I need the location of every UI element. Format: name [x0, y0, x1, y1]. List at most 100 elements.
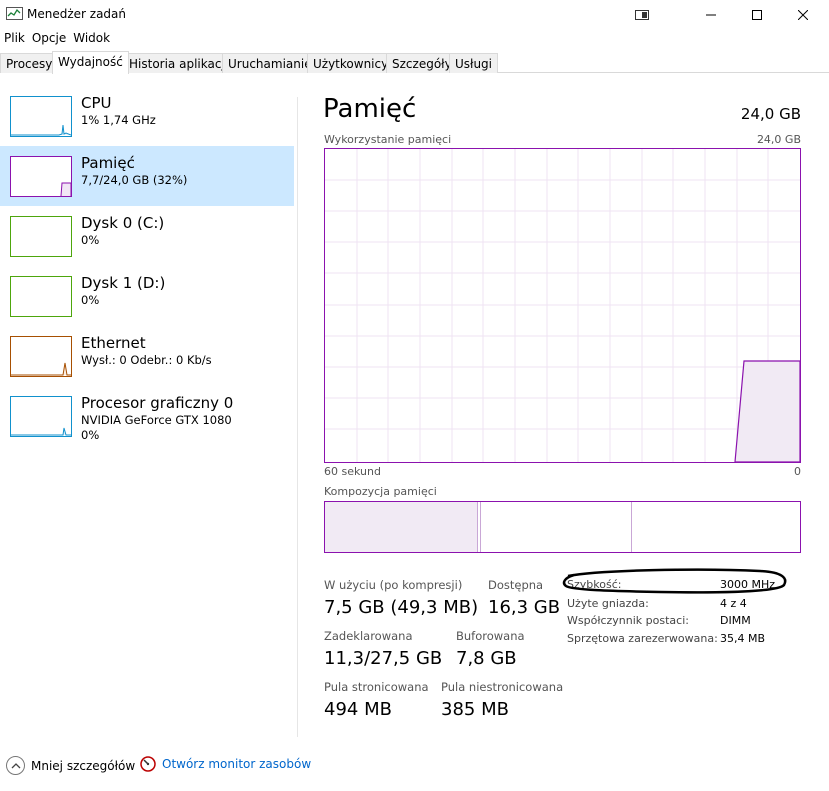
tab-startup[interactable]: Uruchamianie — [222, 53, 318, 73]
sidebar-item-name: Dysk 1 (D:) — [81, 274, 166, 292]
graph-max-label: 24,0 GB — [756, 133, 801, 146]
tab-label: Usługi — [455, 57, 493, 71]
spec-value-form-factor: DIMM — [720, 614, 751, 627]
maximize-button[interactable] — [734, 0, 780, 29]
close-button[interactable] — [780, 0, 826, 29]
available-label: Dostępna — [488, 578, 544, 592]
memory-thumbnail-graph — [10, 156, 72, 197]
spec-value-slots: 4 z 4 — [720, 597, 747, 610]
open-resource-monitor-link[interactable]: Otwórz monitor zasobów — [140, 756, 311, 772]
menu-file[interactable]: Plik — [2, 29, 30, 49]
memory-composition-bar — [324, 501, 801, 553]
sidebar-item-cpu[interactable]: CPU 1% 1,74 GHz — [0, 86, 294, 146]
cached-value: 7,8 GB — [456, 648, 517, 669]
committed-label: Zadeklarowana — [324, 629, 413, 643]
close-icon — [798, 9, 808, 20]
available-value: 16,3 GB — [488, 597, 561, 618]
spec-value-hardware-reserved: 35,4 MB — [720, 632, 766, 645]
ethernet-thumbnail-graph — [10, 336, 72, 377]
committed-value: 11,3/27,5 GB — [324, 648, 443, 669]
spec-label-hardware-reserved: Sprzętowa zarezerwowana: — [567, 632, 718, 645]
sidebar-item-memory[interactable]: Pamięć 7,7/24,0 GB (32%) — [0, 146, 294, 206]
paged-pool-value: 494 MB — [324, 699, 392, 720]
fewer-details-label: Mniej szczegółów — [31, 758, 136, 773]
composition-in-use[interactable] — [325, 502, 478, 552]
tab-label: Uruchamianie — [228, 57, 312, 71]
in-use-value: 7,5 GB (49,3 MB) — [324, 597, 479, 618]
tab-label: Historia aplikacji — [129, 57, 229, 71]
menu-file-label: Plik — [4, 31, 25, 45]
tab-bar: Procesy Wydajność Historia aplikacji Uru… — [0, 51, 829, 74]
sidebar-item-disk-1[interactable]: Dysk 1 (D:) 0% — [0, 266, 294, 326]
composition-label: Kompozycja pamięci — [324, 485, 437, 498]
in-use-label: W użyciu (po kompresji) — [324, 578, 463, 592]
composition-modified[interactable] — [478, 502, 481, 552]
title-bar: Menedżer zadań — [0, 0, 829, 29]
fewer-details-button[interactable]: Mniej szczegółów — [6, 756, 135, 775]
sidebar-item-detail-2: 0% — [81, 428, 100, 442]
gpu-thumbnail-graph — [10, 396, 72, 437]
sidebar-item-name: Ethernet — [81, 334, 146, 352]
tab-label: Wydajność — [58, 55, 123, 69]
menu-view-label: Widok — [73, 31, 111, 45]
task-manager-icon — [6, 7, 23, 20]
menu-options-label: Opcje — [31, 31, 67, 45]
chevron-up-icon — [6, 756, 25, 775]
sidebar-item-detail: 7,7/24,0 GB (32%) — [81, 173, 188, 187]
menu-view[interactable]: Widok — [71, 29, 115, 49]
tab-users[interactable]: Użytkownicy — [307, 53, 395, 73]
memory-usage-series — [734, 360, 800, 462]
window-title: Menedżer zadań — [27, 7, 126, 21]
sidebar-item-gpu[interactable]: Procesor graficzny 0 NVIDIA GeForce GTX … — [0, 386, 294, 452]
disk-1-thumbnail-graph — [10, 276, 72, 317]
sidebar-item-name: Pamięć — [81, 154, 135, 172]
sidebar-item-name: CPU — [81, 94, 112, 112]
graph-time-label: 60 sekund — [324, 465, 381, 478]
resource-monitor-icon — [140, 756, 156, 772]
cached-label: Buforowana — [456, 629, 525, 643]
menu-bar: Plik Opcje Widok — [0, 29, 829, 49]
sidebar-item-name: Procesor graficzny 0 — [81, 394, 234, 412]
tab-label: Użytkownicy — [313, 57, 389, 71]
handdrawn-highlight-ellipse — [562, 568, 787, 594]
sidebar-item-detail: 0% — [81, 293, 100, 307]
sidebar-item-ethernet[interactable]: Ethernet Wysł.: 0 Odebr.: 0 Kb/s — [0, 326, 294, 386]
composition-standby[interactable] — [482, 502, 632, 552]
compact-view-button[interactable] — [619, 0, 665, 29]
composition-free[interactable] — [633, 502, 800, 552]
maximize-icon — [752, 9, 762, 20]
tab-performance[interactable]: Wydajność — [52, 51, 129, 74]
pane-divider[interactable] — [297, 97, 298, 737]
minimize-button[interactable] — [688, 0, 734, 29]
sidebar-item-detail: 0% — [81, 233, 100, 247]
graph-zero-label: 0 — [794, 465, 801, 478]
sidebar-item-disk-0[interactable]: Dysk 0 (C:) 0% — [0, 206, 294, 266]
spec-label-slots: Użyte gniazda: — [567, 597, 649, 610]
tab-app-history[interactable]: Historia aplikacji — [123, 53, 235, 73]
performance-sidebar: CPU 1% 1,74 GHz Pamięć 7,7/24,0 GB (32%)… — [0, 73, 298, 739]
bottom-bar: Mniej szczegółów Otwórz monitor zasobów — [0, 750, 829, 780]
tab-processes[interactable]: Procesy — [0, 53, 59, 73]
total-memory: 24,0 GB — [740, 105, 801, 123]
memory-usage-graph — [324, 148, 801, 463]
graph-label: Wykorzystanie pamięci — [324, 133, 452, 146]
nonpaged-pool-label: Pula niestronicowana — [441, 680, 564, 694]
spec-label-form-factor: Współczynnik postaci: — [567, 614, 689, 627]
tab-label: Szczegóły — [392, 57, 452, 71]
open-resource-monitor-label: Otwórz monitor zasobów — [162, 757, 312, 771]
cpu-thumbnail-graph — [10, 96, 72, 137]
disk-0-thumbnail-graph — [10, 216, 72, 257]
tab-services[interactable]: Usługi — [449, 53, 499, 73]
sidebar-item-detail: NVIDIA GeForce GTX 1080 — [81, 413, 232, 427]
sidebar-item-detail: 1% 1,74 GHz — [81, 113, 156, 127]
tab-details[interactable]: Szczegóły — [386, 53, 458, 73]
paged-pool-label: Pula stronicowana — [324, 680, 429, 694]
sidebar-item-detail: Wysł.: 0 Odebr.: 0 Kb/s — [81, 353, 212, 367]
nonpaged-pool-value: 385 MB — [441, 699, 509, 720]
compact-view-icon — [635, 9, 649, 20]
minimize-icon — [706, 14, 716, 15]
page-title: Pamięć — [323, 94, 417, 124]
menu-options[interactable]: Opcje — [30, 29, 71, 49]
tab-label: Procesy — [6, 57, 53, 71]
sidebar-item-name: Dysk 0 (C:) — [81, 214, 165, 232]
